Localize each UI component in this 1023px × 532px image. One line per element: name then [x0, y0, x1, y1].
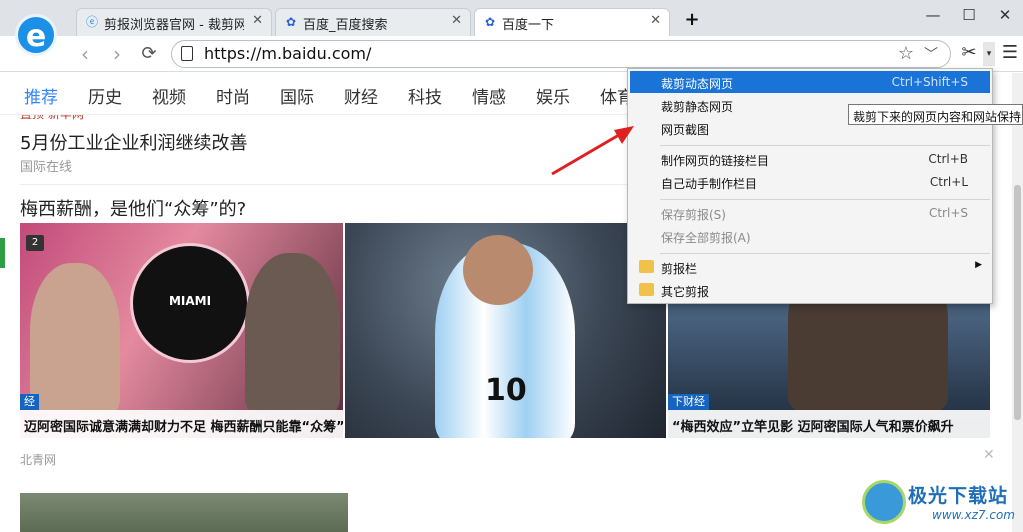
menu-item-save-clip[interactable]: 保存剪报(S) Ctrl+S [630, 202, 990, 224]
url-text[interactable]: https://m.baidu.com/ [204, 44, 371, 63]
menu-item-label: 其它剪报 [661, 285, 710, 299]
baidu-paw-icon: ✿ [285, 15, 297, 29]
news-image[interactable]: 2 MIAMI 经 迈阿密国际诚意满满却财力不足 梅西薪酬只能靠“众筹” [20, 223, 343, 438]
menu-item-label: 裁剪动态网页 [661, 77, 734, 91]
menu-item-label: 网页截图 [661, 123, 710, 137]
refresh-icon[interactable]: ⟳ [138, 43, 160, 65]
close-window-button[interactable]: ✕ [994, 6, 1016, 26]
tab-label: 剪报浏览器官网 - 裁剪网 [104, 18, 244, 33]
club-emblem: MIAMI [130, 243, 250, 363]
e-browser-icon: ⓔ [85, 15, 98, 29]
menu-item-label: 裁剪静态网页 [661, 100, 734, 114]
menu-item-other-clips[interactable]: 其它剪报 [630, 279, 990, 301]
browser-logo-icon: e [15, 14, 57, 56]
close-tab-icon[interactable]: ✕ [650, 13, 661, 28]
scrollbar[interactable] [1012, 73, 1023, 532]
channel-tag: 下财经 [668, 394, 709, 410]
jersey-number: 10 [485, 373, 527, 408]
menu-separator [660, 145, 990, 146]
watermark-title: 极光下载站 [908, 485, 1009, 507]
scrollbar-thumb[interactable] [1014, 185, 1021, 420]
tab-bar: ⓔ 剪报浏览器官网 - 裁剪网 ✕ ✿ 百度_百度搜索 ✕ ✿ 百度一下 ✕ +… [0, 0, 1023, 36]
close-icon[interactable]: ✕ [983, 447, 995, 463]
site-watermark: 极光下载站 www.xz7.com [860, 476, 1023, 532]
new-tab-button[interactable]: + [682, 10, 702, 30]
person-figure [245, 253, 340, 413]
menu-item-label: 制作网页的链接栏目 [661, 154, 770, 168]
tab-label: 百度_百度搜索 [303, 18, 388, 33]
category-tab[interactable]: 推荐 [24, 83, 58, 108]
annotation-arrow-icon [551, 126, 634, 176]
address-bar[interactable]: https://m.baidu.com/ ☆ ﹀ [171, 40, 951, 68]
minimize-button[interactable]: — [922, 6, 944, 26]
address-toolbar: ‹ › ⟳ https://m.baidu.com/ ☆ ﹀ [0, 36, 1023, 72]
news-image[interactable]: 10 [345, 223, 666, 438]
baidu-paw-icon: ✿ [484, 15, 496, 29]
menu-item-shortcut: Ctrl+S [928, 206, 968, 220]
forward-button[interactable]: › [106, 43, 128, 65]
category-tab[interactable]: 娱乐 [536, 83, 570, 108]
headline-source: 国际在线 [20, 160, 73, 175]
watermark-url: www.xz7.com [932, 508, 1015, 522]
scissors-icon[interactable]: ✂ [958, 42, 980, 64]
news-image[interactable] [20, 493, 348, 532]
tab-jianbao[interactable]: ⓔ 剪报浏览器官网 - 裁剪网 ✕ [76, 8, 272, 36]
menu-item-save-all[interactable]: 保存全部剪报(A) [630, 225, 990, 247]
menu-item-link-column[interactable]: 制作网页的链接栏目 Ctrl+B [630, 148, 990, 170]
menu-item-shortcut: Ctrl+Shift+S [891, 75, 968, 89]
tab-baidu-search[interactable]: ✿ 百度_百度搜索 ✕ [275, 8, 471, 36]
tab-label: 百度一下 [502, 18, 555, 33]
category-tab[interactable]: 财经 [344, 83, 378, 108]
menu-separator [660, 253, 990, 254]
menu-item-label: 保存剪报(S) [661, 208, 726, 222]
image-count-badge: 2 [26, 235, 44, 251]
page-icon [181, 46, 193, 61]
menu-item-label: 剪报栏 [661, 262, 698, 276]
menu-item-shortcut: Ctrl+B [928, 152, 968, 166]
headline-link[interactable]: 梅西薪酬，是他们“众筹”的? [20, 195, 246, 221]
chevron-down-icon[interactable]: ﹀ [924, 44, 938, 64]
player-figure [30, 263, 120, 413]
side-indicator [0, 238, 5, 268]
article-source: 北青网 [20, 453, 57, 467]
hamburger-menu-icon[interactable]: ☰ [1000, 42, 1020, 64]
category-tab[interactable]: 国际 [280, 83, 314, 108]
menu-item-clip-dynamic[interactable]: 裁剪动态网页 Ctrl+Shift+S [630, 71, 990, 93]
category-tab[interactable]: 情感 [472, 83, 506, 108]
headline-link[interactable]: 5月份工业企业利润继续改善 [20, 129, 247, 155]
menu-item-shortcut: Ctrl+L [929, 175, 968, 189]
folder-icon [639, 283, 654, 296]
menu-item-label: 自己动手制作栏目 [661, 177, 758, 191]
menu-item-label: 保存全部剪报(A) [661, 231, 751, 245]
scissors-dropdown-icon[interactable]: ▾ [983, 42, 995, 66]
category-tab[interactable]: 科技 [408, 83, 442, 108]
category-tab[interactable]: 视频 [152, 83, 186, 108]
bookmark-star-icon[interactable]: ☆ [898, 43, 914, 64]
image-caption: “梅西效应”立竿见影 迈阿密国际人气和票价飙升 [668, 410, 990, 438]
back-button[interactable]: ‹ [74, 43, 96, 65]
player-head [463, 235, 533, 305]
image-caption: 迈阿密国际诚意满满却财力不足 梅西薪酬只能靠“众筹” [20, 410, 343, 438]
category-tab[interactable]: 历史 [88, 83, 122, 108]
close-tab-icon[interactable]: ✕ [451, 13, 462, 28]
close-tab-icon[interactable]: ✕ [252, 13, 263, 28]
channel-tag: 经 [20, 394, 39, 410]
menu-separator [660, 199, 990, 200]
menu-item-clip-bar[interactable]: 剪报栏 ▶ [630, 256, 990, 278]
tooltip: 裁剪下来的网页内容和网站保持同步 [848, 104, 1023, 125]
menu-item-custom-column[interactable]: 自己动手制作栏目 Ctrl+L [630, 171, 990, 193]
watermark-logo-icon [862, 480, 906, 524]
category-tab[interactable]: 时尚 [216, 83, 250, 108]
folder-icon [639, 260, 654, 273]
maximize-button[interactable]: ☐ [958, 6, 980, 26]
tab-baidu-home[interactable]: ✿ 百度一下 ✕ [474, 8, 670, 36]
submenu-arrow-icon: ▶ [975, 260, 982, 270]
